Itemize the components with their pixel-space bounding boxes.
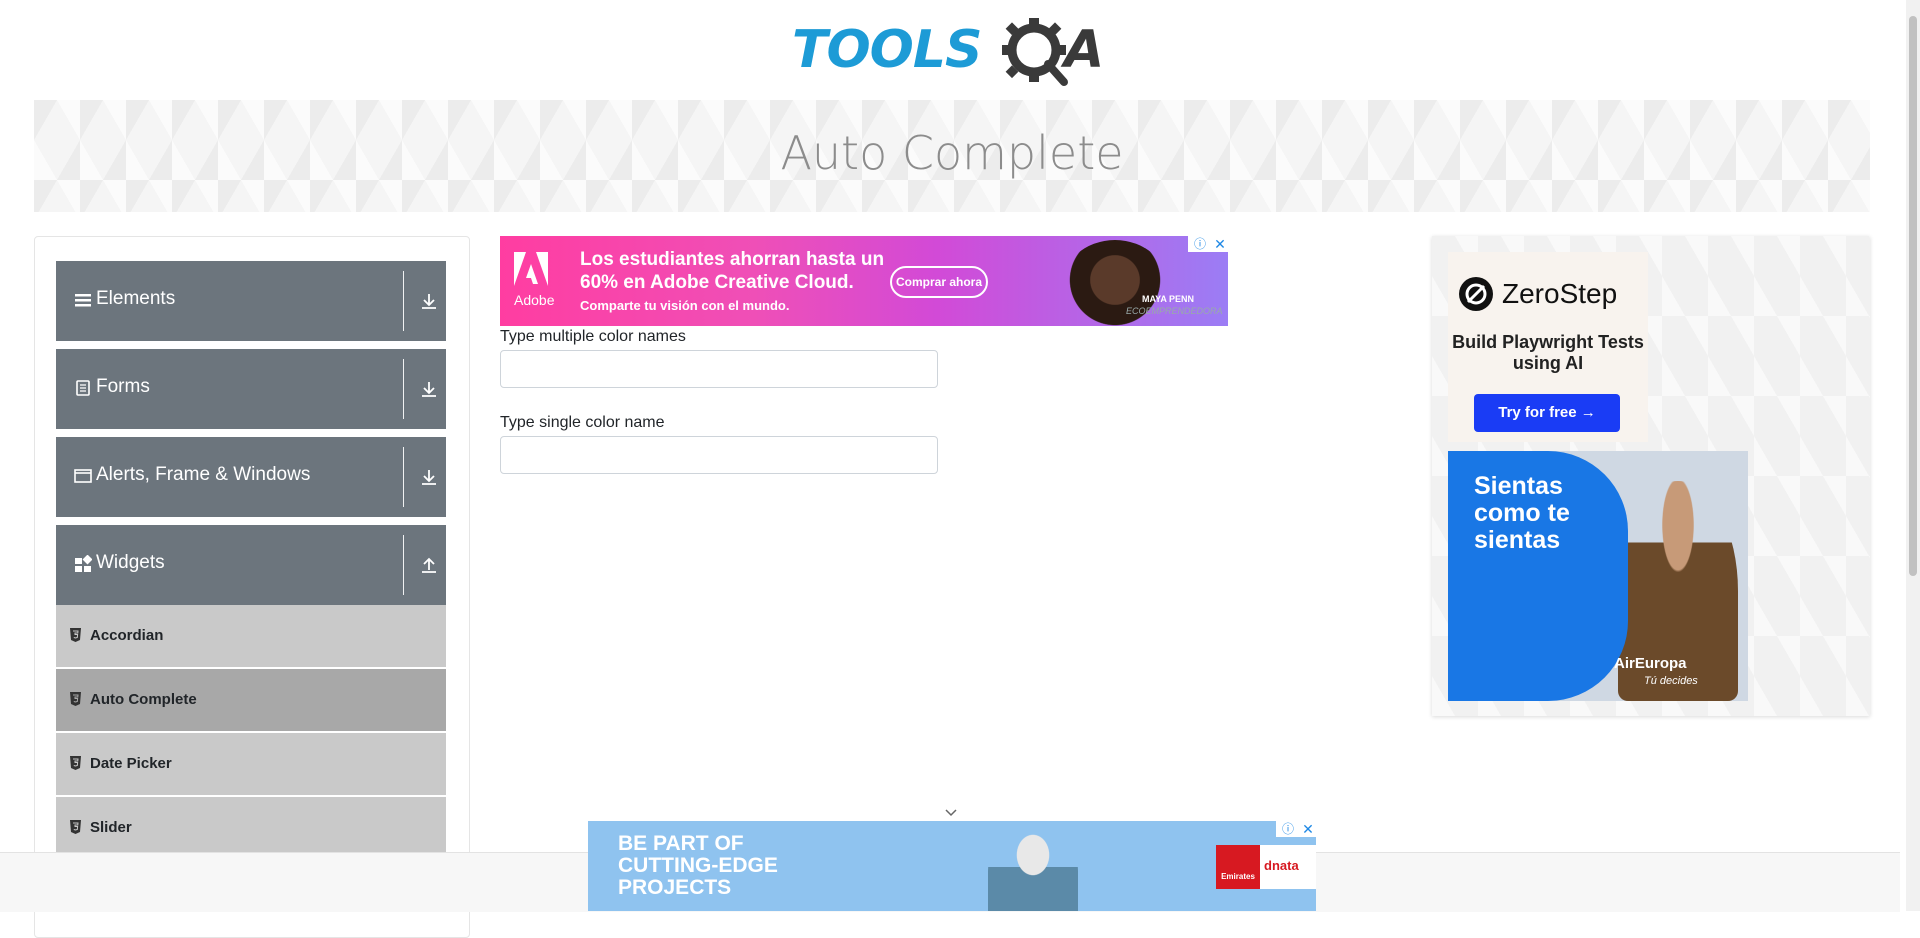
adobe-ad-banner[interactable]: Adobe Los estudiantes ahorran hasta un 6… [500,236,1228,326]
scrollbar-thumb[interactable] [1909,16,1917,576]
zerostep-ad[interactable]: ZeroStep Build Playwright Tests using AI… [1448,252,1648,442]
sidebar-group-label: Alerts, Frame & Windows [96,464,311,485]
widgets-icon [75,555,92,572]
sidebar-group-label: Widgets [96,552,165,573]
multiple-colors-label: Type multiple color names [500,328,686,345]
single-color-label: Type single color name [500,414,665,431]
aireuropa-ad[interactable]: Sientas como te sientas AirEuropa Tú dec… [1448,451,1748,701]
sidebar-group-forms[interactable]: Forms [56,349,446,429]
divider [403,447,404,507]
sidebar-group-widgets[interactable]: Widgets [56,525,446,605]
html5-icon [70,692,81,706]
sidebar-item-label: Date Picker [90,755,172,772]
sidebar-group-label: Forms [96,376,150,397]
try-for-free-button[interactable]: Try for free → [1474,394,1620,432]
bottom-ad-headline: BE PART OF CUTTING-EDGE PROJECTS [618,832,778,899]
sidebar-group-label: Elements [96,288,176,309]
download-arrow-icon [422,382,436,397]
aireuropa-slogan: Tú decides [1644,675,1698,687]
sidebar-item-accordian[interactable]: Accordian [56,605,446,669]
sidebar-item-label: Accordian [90,627,164,644]
ad-tag-name: MAYA PENN [1142,294,1195,304]
toolsqa-logo[interactable]: TOOLS A [792,16,1114,90]
emirates-ad-banner[interactable]: BE PART OF CUTTING-EDGE PROJECTS Emirate… [588,821,1316,911]
sidebar-group-elements[interactable]: Elements [56,261,446,341]
divider [403,535,404,595]
ad-tag-role: ECOEMPRENDEDORA [1126,306,1223,316]
sidebar-item-auto-complete[interactable]: Auto Complete [56,669,446,733]
html5-icon [70,628,81,642]
window-icon [74,469,92,483]
multiple-colors-input[interactable] [500,350,938,388]
sidebar-group-alerts[interactable]: Alerts, Frame & Windows [56,437,446,517]
aireuropa-brand: AirEuropa [1614,655,1687,672]
chevron-down-icon[interactable] [944,806,958,820]
html5-icon [70,820,81,834]
ad-headline: Los estudiantes ahorran hasta un 60% en … [580,249,885,293]
adobe-logo-icon [514,252,548,286]
form-icon [76,380,90,396]
hamburger-icon [75,294,91,307]
single-color-input[interactable] [500,436,938,474]
sidebar-item-date-picker[interactable]: Date Picker [56,733,446,797]
zerostep-logo-icon [1459,277,1493,311]
zerostep-name: ZeroStep [1502,278,1618,309]
sidebar-item-label: Auto Complete [90,691,197,708]
sidebar-item-label: Slider [90,819,132,836]
page-banner: Auto Complete [34,100,1870,212]
ad-subline: Comparte tu visión con el mundo. [580,298,790,313]
divider [403,359,404,419]
aireuropa-headline: Sientas como te sientas [1474,472,1570,554]
ad-cta-button[interactable]: Comprar ahora [890,266,988,298]
ad-close-icon[interactable]: ✕ [1300,821,1316,837]
html5-icon [70,756,81,770]
page-scrollbar[interactable] [1906,0,1920,911]
emirates-logo: Emirates [1216,845,1260,889]
dnata-logo: dnata [1264,858,1299,873]
download-arrow-icon [422,470,436,485]
ad-person-image [988,831,1078,911]
logo-wordmark: TOOLS [792,20,982,80]
logo-a: A [1064,20,1105,80]
zerostep-tagline: Build Playwright Tests using AI [1452,332,1644,373]
adchoices-icon[interactable]: ⓘ [1276,821,1300,837]
left-sidebar: Elements Forms Alerts, Frame & Windows W… [34,236,470,938]
divider [403,271,404,331]
upload-arrow-icon [422,557,436,573]
page-title: Auto Complete [780,126,1124,180]
ad-close-icon[interactable]: ✕ [1212,236,1228,252]
adchoices-icon[interactable]: ⓘ [1188,236,1212,252]
download-arrow-icon [422,294,436,309]
ad-brand: Adobe [514,292,555,308]
